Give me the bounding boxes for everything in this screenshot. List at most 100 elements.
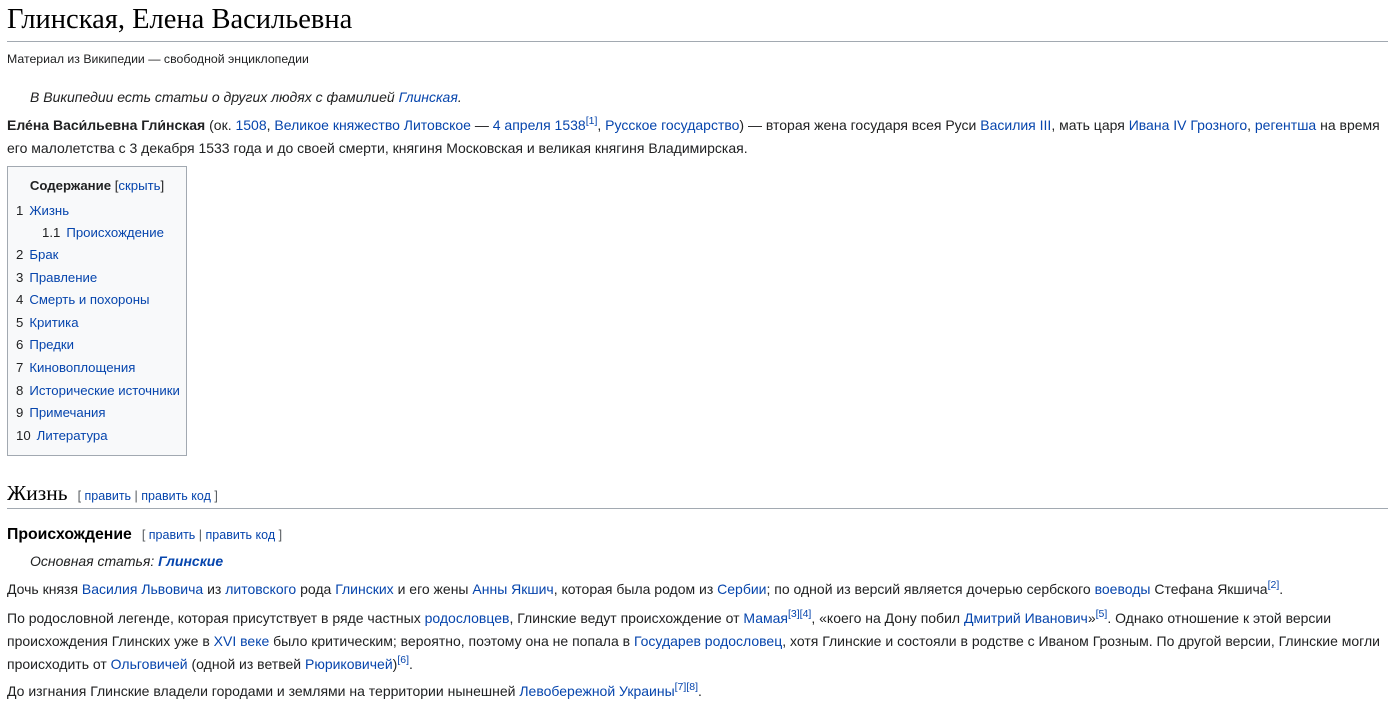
edit-bracket: [ [141, 528, 149, 542]
paragraph-text: , Глинские ведут происхождение от [509, 610, 744, 626]
left-bank-ukraine-link[interactable]: Левобережной Украины [519, 683, 674, 699]
toc-toggle-link[interactable]: скрыть [118, 178, 160, 193]
section-title: Жизнь [7, 481, 68, 505]
paragraph-text: До изгнания Глинские владели городами и … [7, 683, 520, 699]
paragraph-text: из [203, 581, 226, 597]
toc-link[interactable]: Примечания [29, 405, 105, 420]
toc-link[interactable]: Критика [29, 315, 78, 330]
toc-item-notes[interactable]: 9 Примечания [16, 404, 105, 422]
birthplace-link[interactable]: Великое княжество Литовское [274, 117, 471, 133]
edit-bracket: [ [77, 489, 85, 503]
rurikids-link[interactable]: Рюриковичей [305, 656, 393, 672]
paragraph-text: (одной из ветвей [187, 656, 305, 672]
paragraph-text: было критическим; вероятно, поэтому она … [269, 633, 634, 649]
voivode-link[interactable]: воеводы [1095, 581, 1151, 597]
toc-link[interactable]: Исторические источники [29, 383, 179, 398]
main-article-link[interactable]: Глинские [158, 553, 223, 569]
lead-text: ) — вторая жена государя всея Руси [739, 117, 981, 133]
hatnote-link[interactable]: Глинская [399, 89, 458, 105]
lead-text: , [1247, 117, 1255, 133]
hatnote-text: В Википедии есть статьи о других людях с… [30, 89, 399, 105]
lithuanian-link[interactable]: литовского [225, 581, 296, 597]
toc-link[interactable]: Киновоплощения [29, 360, 135, 375]
toc-number: 1.1 [42, 225, 61, 240]
paragraph-origin-3: До изгнания Глинские владели городами и … [7, 680, 1385, 703]
death-date-link[interactable]: 4 апреля 1538 [493, 117, 586, 133]
lead-text: (ок. [205, 117, 236, 133]
toc-number: 2 [16, 247, 24, 262]
ivan-iv-link[interactable]: Ивана IV Грозного [1129, 117, 1247, 133]
16th-century-link[interactable]: XVI веке [214, 633, 270, 649]
toc-item-films[interactable]: 7 Киновоплощения [16, 359, 135, 377]
edit-link[interactable]: править [149, 528, 196, 542]
reference-link[interactable]: [2] [1268, 579, 1280, 591]
toc-link[interactable]: Смерть и похороны [29, 292, 149, 307]
table-of-contents: Содержание [скрыть] 1 Жизнь 1.1 Происхожде… [7, 166, 187, 456]
vasily-lvovich-link[interactable]: Василия Львовича [82, 581, 203, 597]
anna-jaksic-link[interactable]: Анны Якшич [472, 581, 553, 597]
edit-bracket: ] [210, 489, 218, 503]
toc-item-literature[interactable]: 10 Литература [16, 427, 108, 445]
toc-link[interactable]: Происхождение [66, 225, 164, 240]
paragraph-text: . [1279, 581, 1284, 597]
reference-link[interactable]: [3][4] [788, 608, 811, 620]
reference-link[interactable]: [5] [1096, 608, 1108, 620]
genealogists-link[interactable]: родословцев [425, 610, 510, 626]
title-divider [7, 41, 1388, 42]
main-article-prefix: Основная статья: [30, 553, 159, 569]
toc-item-reign[interactable]: 3 Правление [16, 269, 97, 287]
sovereign-genealogy-link[interactable]: Государев родословец [634, 633, 782, 649]
subsection-title: Происхождение [7, 526, 132, 543]
toc-item-origin[interactable]: 1.1 Происхождение [42, 224, 164, 242]
toc-link[interactable]: Литература [37, 428, 108, 443]
paragraph-text: ; по одной из версий является дочерью се… [766, 581, 1095, 597]
toc-link[interactable]: Брак [29, 247, 58, 262]
toc-number: 8 [16, 383, 24, 398]
edit-link[interactable]: править [85, 489, 132, 503]
toc-item-sources[interactable]: 8 Исторические источники [16, 382, 180, 400]
toc-item-marriage[interactable]: 2 Брак [16, 246, 58, 264]
paragraph-text: По родословной легенде, которая присутст… [7, 610, 425, 626]
reference-link[interactable]: [7][8] [675, 681, 698, 693]
regent-link[interactable]: регентша [1255, 117, 1316, 133]
olgovichi-link[interactable]: Ольговичей [111, 656, 188, 672]
lead-text: , мать царя [1051, 117, 1129, 133]
toc-item-death[interactable]: 4 Смерть и похороны [16, 291, 149, 309]
edit-section-links: [ править | править код ] [78, 489, 218, 503]
edit-source-link[interactable]: править код [206, 528, 276, 542]
edit-source-link[interactable]: править код [141, 489, 211, 503]
site-subtitle: Материал из Википедии — свободной энцикл… [7, 52, 309, 66]
toc-item-life[interactable]: 1 Жизнь [16, 202, 69, 220]
vasily-iii-link[interactable]: Василия III [980, 117, 1051, 133]
mamai-link[interactable]: Мамая [743, 610, 788, 626]
glinsky-link[interactable]: Глинских [335, 581, 393, 597]
toc-item-criticism[interactable]: 5 Критика [16, 314, 79, 332]
birth-year-link[interactable]: 1508 [235, 117, 266, 133]
toc-link[interactable]: Предки [29, 337, 74, 352]
toc-number: 4 [16, 292, 24, 307]
paragraph-text: . [409, 656, 413, 672]
paragraph-text: . [698, 683, 702, 699]
reference-link[interactable]: [1] [586, 115, 598, 127]
toc-bracket: ] [160, 178, 165, 193]
edit-separator: | [195, 528, 206, 542]
toc-number: 7 [16, 360, 24, 375]
toc-heading: Содержание [29, 178, 112, 193]
toc-link[interactable]: Жизнь [29, 203, 69, 218]
section-heading-life: Жизнь [ править | править код ] [7, 478, 218, 511]
section-heading-origin: Происхождение [ править | править код ] [7, 524, 282, 546]
reference-link[interactable]: [6] [397, 654, 409, 666]
lead-text: , [597, 117, 606, 133]
toc-item-ancestors[interactable]: 6 Предки [16, 336, 74, 354]
serbia-link[interactable]: Сербии [717, 581, 766, 597]
section-divider [7, 508, 1388, 509]
paragraph-text: рода [296, 581, 336, 597]
paragraph-text: » [1087, 610, 1096, 626]
toc-number: 9 [16, 405, 24, 420]
paragraph-text: Стефана Якшича [1150, 581, 1268, 597]
dmitry-ivanovich-link[interactable]: Дмитрий Иванович [964, 610, 1088, 626]
toc-link[interactable]: Правление [29, 270, 97, 285]
toc-title: Содержание [скрыть] [8, 177, 186, 195]
deathplace-link[interactable]: Русское государство [605, 117, 739, 133]
hatnote: В Википедии есть статьи о других людях с… [30, 88, 462, 106]
